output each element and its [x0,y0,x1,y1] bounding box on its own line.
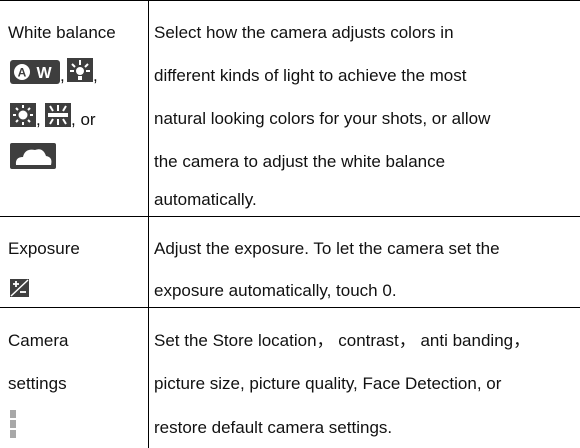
row-label-camera: Camera [8,331,69,350]
exposure-icon [10,279,29,297]
table-border-top [0,0,580,1]
row-label-exposure: Exposure [8,239,80,258]
svg-text:W: W [36,65,52,82]
camera-settings-desc-line: Set the Store location， contrast， anti b… [154,331,531,350]
exposure-desc-line: Adjust the exposure. To let the camera s… [154,239,500,258]
svg-text:A: A [18,66,27,80]
exposure-desc-line: exposure automatically, touch 0. [154,281,397,300]
white-balance-desc-line: Select how the camera adjusts colors in [154,23,454,42]
incandescent-icon [67,58,93,82]
icon-separator: , or [71,110,96,129]
column-divider [148,0,149,448]
icon-separator: , [60,66,65,85]
icon-separator: , [36,110,41,129]
cloudy-icon [10,143,56,169]
white-balance-desc-line: automatically. [154,190,257,209]
icon-separator: , [93,66,98,85]
white-balance-desc-line: natural looking colors for your shots, o… [154,109,491,128]
camera-options-table: White balance A W , , , , or Select how … [0,0,580,448]
white-balance-desc-line: different kinds of light to achieve the … [154,66,467,85]
camera-settings-desc-line: picture size, picture quality, Face Dete… [154,374,502,393]
camera-settings-desc-line: restore default camera settings. [154,418,393,437]
fluorescent-icon [45,103,71,127]
row-label-white-balance: White balance [8,23,116,42]
auto-white-balance-icon: A W [10,60,60,84]
row-divider [0,216,580,217]
menu-dots-icon [10,410,16,438]
white-balance-desc-line: the camera to adjust the white balance [154,152,446,171]
row-divider [0,307,580,308]
daylight-icon [10,103,36,127]
row-label-settings: settings [8,374,67,393]
